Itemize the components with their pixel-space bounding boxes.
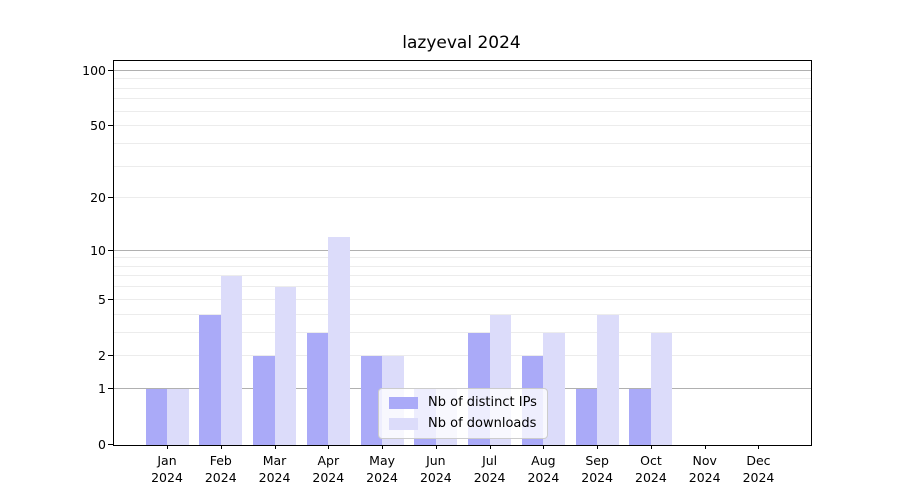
legend-row-distinct-ips: Nb of distinct IPs — [389, 395, 537, 411]
x-tick-9 — [651, 445, 652, 449]
minor-gridline-6 — [114, 286, 811, 287]
x-tick-7 — [543, 445, 544, 449]
y-tick-20 — [108, 197, 114, 198]
y-tick-label-5: 5 — [60, 292, 106, 308]
bar-ips-oct-2024 — [629, 389, 651, 445]
major-gridline-100 — [114, 70, 811, 71]
y-tick-10 — [108, 250, 114, 251]
chart-title: lazyeval 2024 — [113, 33, 810, 53]
y-tick-100 — [108, 70, 114, 71]
minor-gridline-30 — [114, 166, 811, 167]
minor-gridline-20 — [114, 197, 811, 198]
y-tick-2 — [108, 355, 114, 356]
y-tick-label-2: 2 — [60, 348, 106, 364]
plot-area: Jan2024Feb2024Mar2024Apr2024May2024Jun20… — [113, 60, 812, 446]
legend-swatch-distinct-ips — [389, 397, 418, 409]
y-tick-label-100: 100 — [60, 63, 106, 79]
bar-downloads-mar-2024 — [275, 287, 297, 445]
minor-gridline-80 — [114, 88, 811, 89]
x-tick-label-dec-2024: Dec2024 — [726, 452, 790, 486]
x-tick-4 — [382, 445, 383, 449]
bar-downloads-oct-2024 — [651, 333, 673, 445]
minor-gridline-90 — [114, 78, 811, 79]
y-tick-50 — [108, 125, 114, 126]
minor-gridline-8 — [114, 266, 811, 267]
legend-row-downloads: Nb of downloads — [389, 416, 537, 432]
minor-gridline-5 — [114, 299, 811, 300]
bar-downloads-jan-2024 — [167, 389, 189, 445]
x-tick-10 — [705, 445, 706, 449]
y-tick-label-0: 0 — [60, 437, 106, 453]
bar-ips-mar-2024 — [253, 356, 275, 445]
y-tick-label-20: 20 — [60, 190, 106, 206]
y-tick-label-10: 10 — [60, 243, 106, 259]
legend: Nb of distinct IPs Nb of downloads — [378, 388, 548, 439]
minor-gridline-60 — [114, 111, 811, 112]
y-tick-1 — [108, 388, 114, 389]
x-tick-3 — [328, 445, 329, 449]
minor-gridline-40 — [114, 143, 811, 144]
bar-downloads-sep-2024 — [597, 315, 619, 446]
minor-gridline-50 — [114, 125, 811, 126]
x-tick-11 — [758, 445, 759, 449]
bar-ips-apr-2024 — [307, 333, 329, 445]
y-tick-label-1: 1 — [60, 381, 106, 397]
figure: lazyeval 2024 Jan2024Feb2024Mar2024Apr20… — [0, 0, 900, 500]
y-tick-label-50: 50 — [60, 118, 106, 134]
bar-downloads-apr-2024 — [328, 237, 350, 445]
minor-gridline-70 — [114, 98, 811, 99]
legend-label-distinct-ips: Nb of distinct IPs — [428, 395, 537, 411]
y-tick-0 — [108, 444, 114, 445]
x-tick-1 — [221, 445, 222, 449]
x-tick-0 — [167, 445, 168, 449]
major-gridline-10 — [114, 250, 811, 251]
x-tick-2 — [275, 445, 276, 449]
y-tick-5 — [108, 299, 114, 300]
x-tick-6 — [490, 445, 491, 449]
x-tick-5 — [436, 445, 437, 449]
legend-label-downloads: Nb of downloads — [428, 416, 536, 432]
bar-ips-jan-2024 — [146, 389, 168, 445]
minor-gridline-7 — [114, 275, 811, 276]
bar-ips-feb-2024 — [199, 315, 221, 446]
minor-gridline-9 — [114, 257, 811, 258]
bar-downloads-feb-2024 — [221, 276, 243, 445]
x-tick-8 — [597, 445, 598, 449]
bar-ips-sep-2024 — [576, 389, 598, 445]
legend-swatch-downloads — [389, 418, 418, 430]
